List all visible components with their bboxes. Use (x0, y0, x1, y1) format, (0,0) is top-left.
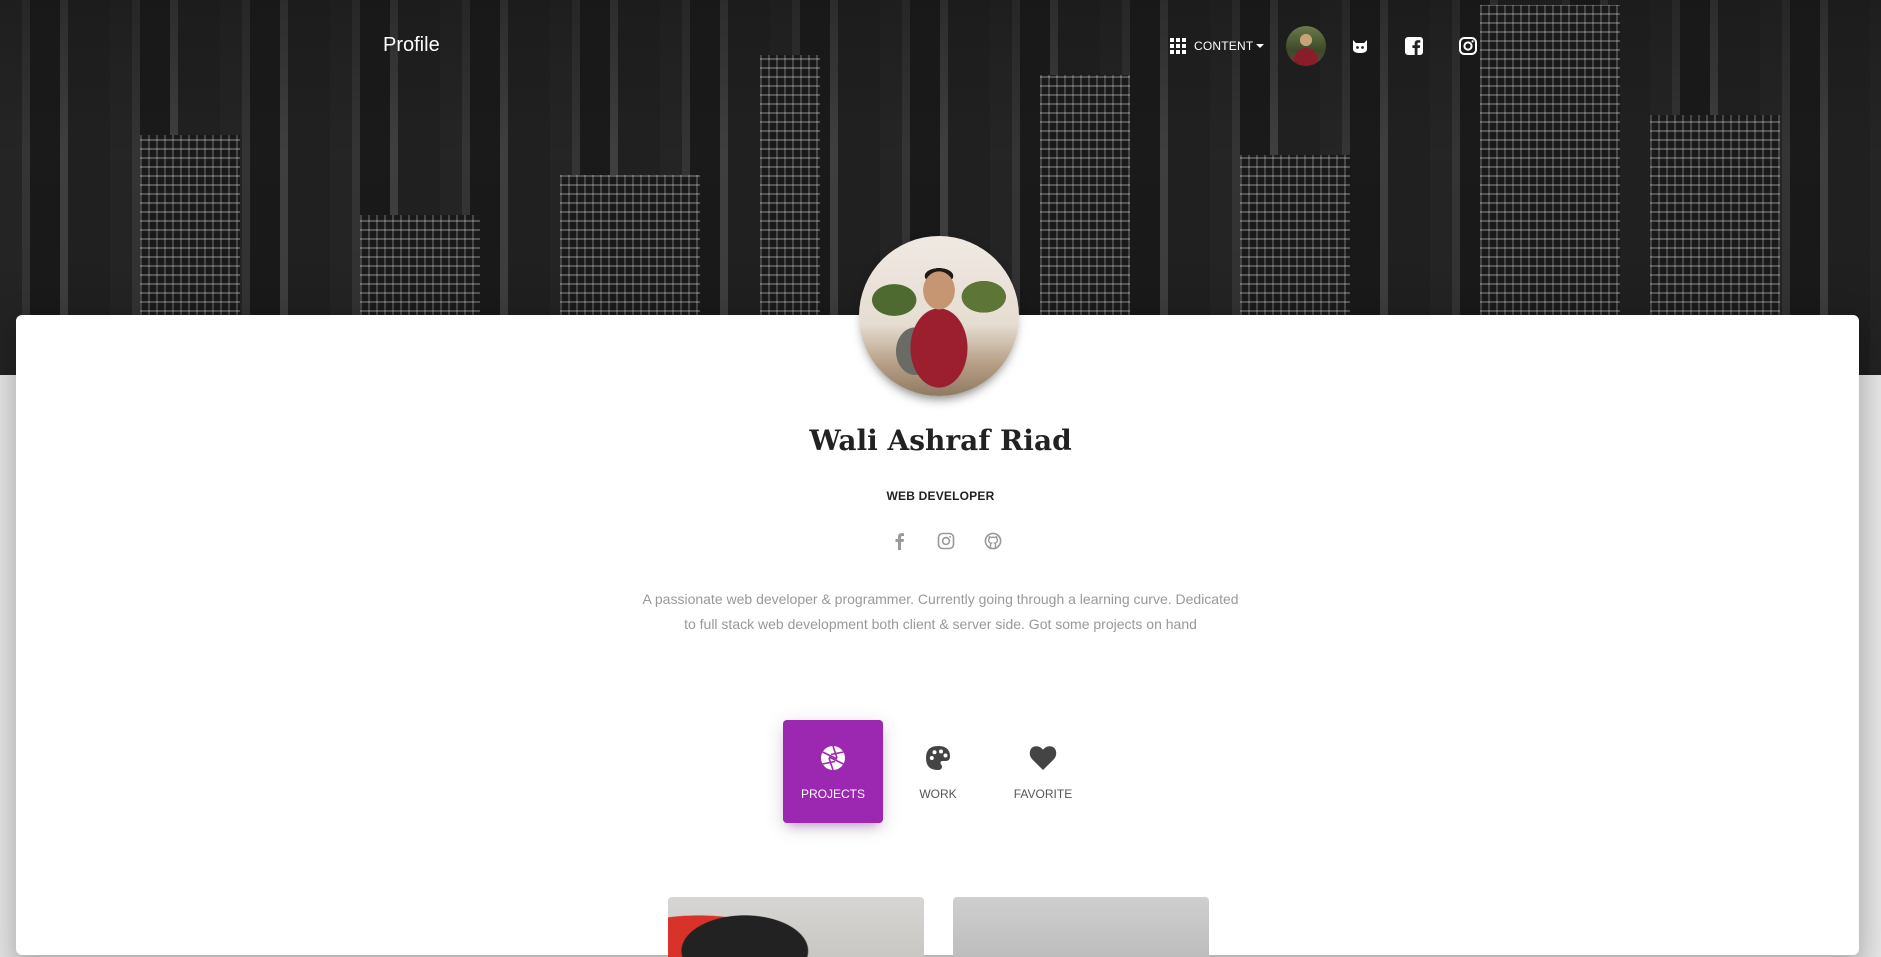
content-dropdown[interactable]: CONTENT (1170, 38, 1265, 54)
profile-title: WEB DEVELOPER (886, 489, 995, 503)
navbar: Profile CONTENT (0, 0, 1881, 90)
profile-social-links (875, 530, 1016, 552)
tab-work[interactable]: WORK (888, 720, 988, 823)
github-icon (984, 532, 1001, 550)
nav-right: CONTENT (1170, 26, 1502, 66)
facebook-nav-button[interactable] (1394, 26, 1434, 66)
github-nav-button[interactable] (1340, 26, 1380, 66)
heart-icon (1028, 743, 1058, 773)
project-thumbnail[interactable] (953, 897, 1209, 957)
content-dropdown-label: CONTENT (1194, 39, 1254, 53)
apps-icon (1170, 38, 1186, 54)
camera-aperture-icon (818, 743, 848, 773)
tab-favorite-label: FAVORITE (1013, 786, 1073, 801)
tab-favorite[interactable]: FAVORITE (993, 720, 1093, 823)
facebook-link[interactable] (875, 530, 922, 552)
instagram-link[interactable] (922, 530, 969, 552)
avatar[interactable] (1286, 26, 1327, 66)
caret-down-icon (1256, 44, 1265, 48)
github-link[interactable] (969, 530, 1016, 552)
tab-work-label: WORK (919, 786, 957, 801)
facebook-icon (895, 533, 904, 550)
tab-projects[interactable]: PROJECTS (783, 720, 883, 823)
instagram-nav-button[interactable] (1448, 26, 1488, 66)
github-icon (1353, 40, 1368, 53)
instagram-icon (1459, 37, 1478, 55)
palette-icon (923, 743, 953, 773)
profile-avatar (859, 236, 1019, 396)
project-thumbnail[interactable] (668, 897, 924, 957)
profile-description: A passionate web developer & programmer.… (642, 591, 1239, 632)
tab-projects-label: PROJECTS (800, 786, 865, 801)
instagram-icon (937, 532, 954, 550)
facebook-icon (1405, 37, 1424, 55)
profile-name: Wali Ashraf Riad (809, 424, 1072, 457)
brand-link[interactable]: Profile (383, 34, 440, 57)
profile-tabs: PROJECTS WORK FAVORITE (783, 720, 1098, 823)
